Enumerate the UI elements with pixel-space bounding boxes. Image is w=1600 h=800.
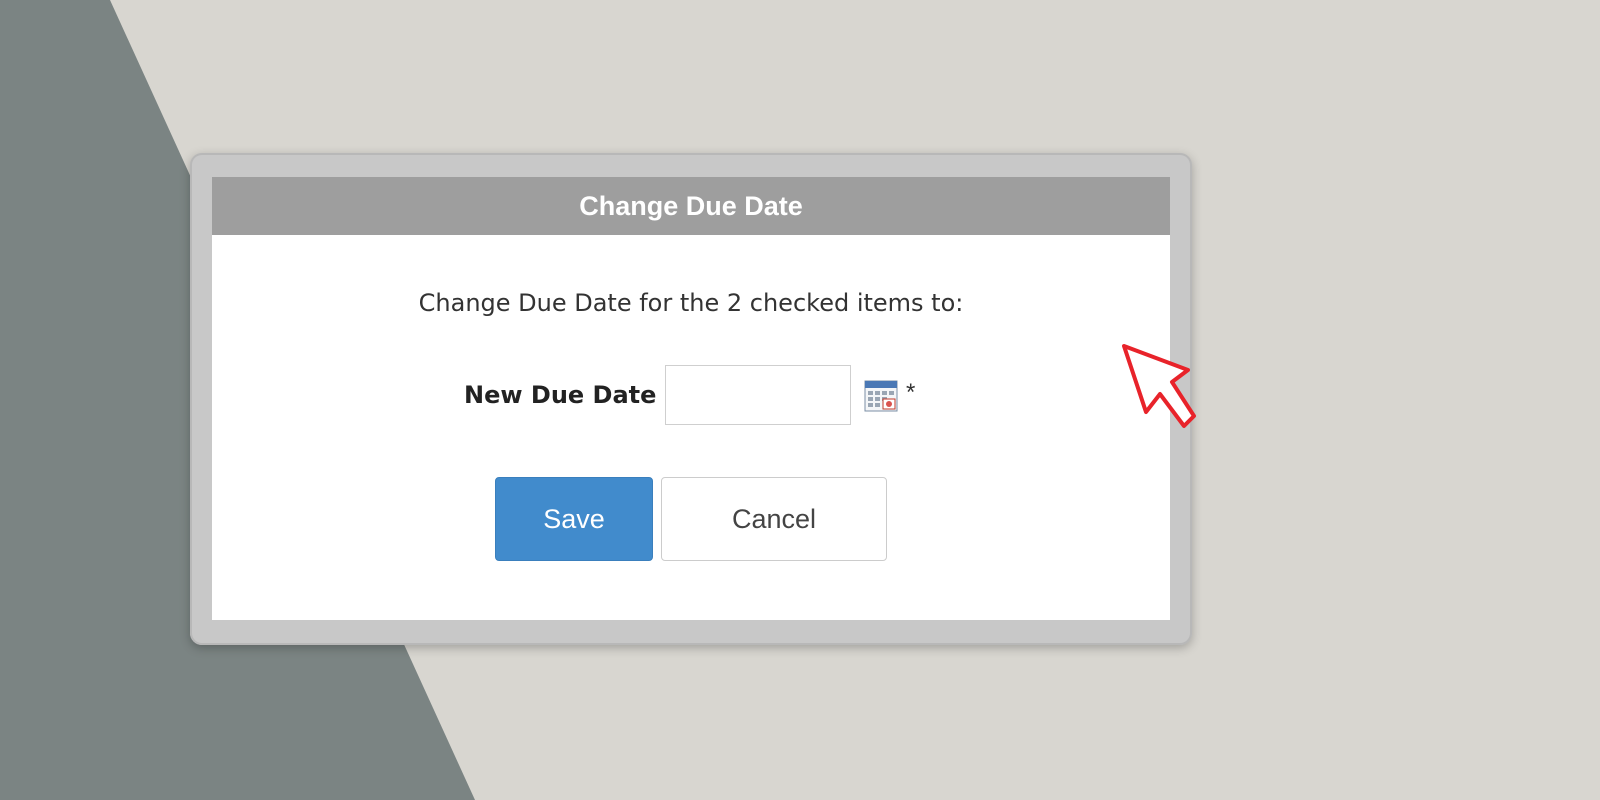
new-due-date-input[interactable] xyxy=(665,365,851,425)
save-button[interactable]: Save xyxy=(495,477,653,561)
cancel-button[interactable]: Cancel xyxy=(661,477,887,561)
mouse-cursor-icon xyxy=(1122,344,1196,428)
required-marker: * xyxy=(906,379,916,406)
calendar-icon[interactable] xyxy=(864,378,898,412)
dialog-title: Change Due Date xyxy=(579,190,803,221)
new-due-date-label: New Due Date xyxy=(464,381,657,409)
dialog-message: Change Due Date for the 2 checked items … xyxy=(418,289,964,317)
dialog-header: Change Due Date xyxy=(212,177,1170,235)
due-date-field-row: New Due Date * xyxy=(212,365,1170,427)
change-due-date-dialog: Change Due Date Change Due Date for the … xyxy=(212,177,1170,620)
